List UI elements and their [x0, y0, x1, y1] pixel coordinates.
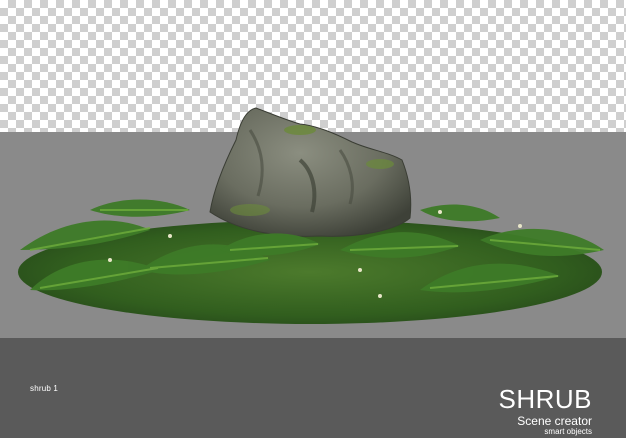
caption: shrub 1 — [30, 384, 59, 393]
brand-tagline: smart objects — [544, 427, 592, 436]
brand-subtitle: Scene creator — [517, 414, 592, 428]
brand-block: SHRUB Scene creator smart objects — [498, 386, 592, 436]
brand-title: SHRUB — [498, 384, 592, 414]
rock-with-ferns-illustration — [18, 107, 604, 324]
